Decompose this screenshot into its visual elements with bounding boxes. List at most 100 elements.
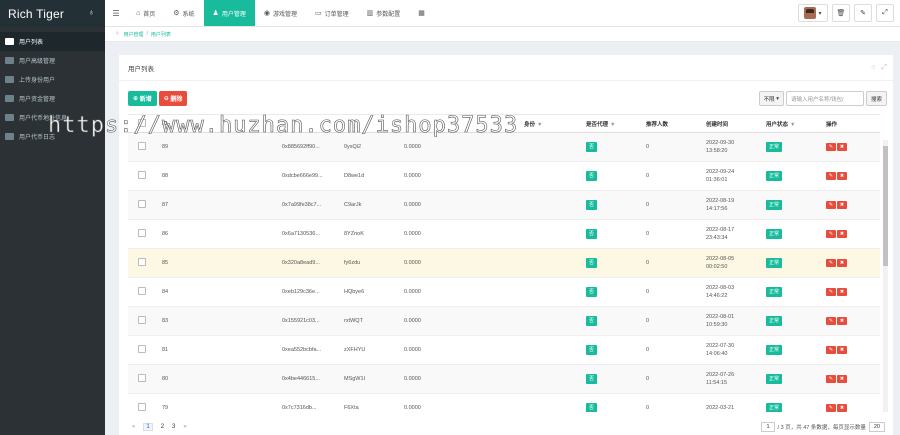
filter-icon[interactable]: ▼ <box>537 122 542 128</box>
delete-icon[interactable]: ✖ <box>837 346 847 354</box>
expand-icon[interactable]: ⤢ <box>881 64 887 72</box>
search-button[interactable]: 搜索 <box>865 91 887 106</box>
refresh-icon[interactable]: ○ <box>871 64 875 72</box>
table-row[interactable]: 88 0xdcbe666e99... D8we1d 0.0000 否 0 2022-09-2… <box>128 161 880 191</box>
page-jump-input[interactable]: 1 <box>761 422 775 432</box>
delete-icon[interactable]: ✖ <box>837 172 847 180</box>
edit-icon[interactable]: ✎ <box>854 4 872 22</box>
page-prev[interactable]: « <box>132 424 135 430</box>
delete-icon[interactable]: ✖ <box>837 201 847 209</box>
created-date: 2022-03-21 <box>706 405 735 412</box>
edit-icon[interactable]: ✎ <box>826 317 836 325</box>
table-row[interactable]: 79 0x7c7316db... F6Xta 0.0000 否 0 2022-03-21 正常… <box>128 393 880 412</box>
row-select-cell[interactable] <box>128 277 158 307</box>
page-link[interactable]: 2 <box>161 424 164 430</box>
delete-icon[interactable]: ✖ <box>837 375 847 383</box>
column-header[interactable]: 用户状态 ▼ <box>762 114 822 133</box>
row-checkbox[interactable] <box>138 170 146 179</box>
column-header[interactable]: 身份 ▼ <box>520 114 582 133</box>
per-page-select[interactable]: 20 <box>868 422 885 432</box>
tab-more[interactable]: ▦ <box>409 0 437 26</box>
sidebar-item-user-funds[interactable]: 用户资金管理 <box>0 89 105 108</box>
row-select-cell[interactable] <box>128 393 158 412</box>
breadcrumb-item[interactable]: 用户管理 <box>124 31 144 38</box>
row-checkbox[interactable] <box>138 344 146 353</box>
edit-icon[interactable]: ✎ <box>826 259 836 267</box>
page-link[interactable]: 1 <box>143 423 153 431</box>
row-checkbox[interactable] <box>138 373 146 382</box>
column-header[interactable]: 推荐人数 <box>642 114 702 133</box>
user-menu[interactable]: ▾ <box>798 4 828 22</box>
row-checkbox[interactable] <box>138 286 146 295</box>
row-checkbox[interactable] <box>138 402 146 411</box>
breadcrumb-item[interactable]: 用户列表 <box>151 31 171 38</box>
row-checkbox[interactable] <box>138 141 146 150</box>
scrollbar-thumb[interactable] <box>883 146 888 266</box>
tab-parameter-config[interactable]: ▥ 参数配置 <box>358 0 410 26</box>
filter-icon[interactable]: ▼ <box>790 122 795 128</box>
row-select-cell[interactable] <box>128 335 158 365</box>
table-row[interactable]: 85 0x320a8ead9... fy6zdu 0.0000 否 0 2022-08-05… <box>128 248 880 278</box>
table-row[interactable]: 81 0xea552bcbfa... zXFHYU 0.0000 否 0 2022-07-3… <box>128 335 880 365</box>
edit-icon[interactable]: ✎ <box>826 375 836 383</box>
status-cell: 正常 <box>762 132 822 162</box>
table-row[interactable]: 86 0x6a7130536... 8YZnoK 0.0000 否 0 2022-08-17… <box>128 219 880 249</box>
fullscreen-icon[interactable]: ⤢ <box>876 4 894 22</box>
tab-order-management[interactable]: ▭ 订单管理 <box>306 0 358 26</box>
delete-icon[interactable]: ✖ <box>837 288 847 296</box>
tab-user-management[interactable]: ♟ 用户管理 <box>203 0 255 26</box>
page-link[interactable]: 3 <box>172 424 175 430</box>
row-select-cell[interactable] <box>128 161 158 191</box>
tab-game-management[interactable]: ◉ 游戏管理 <box>255 0 306 26</box>
tab-home[interactable]: ⌂ 首页 <box>127 0 164 26</box>
delete-icon[interactable]: ✖ <box>837 404 847 412</box>
delete-icon[interactable]: ✖ <box>837 230 847 238</box>
filter-select-value: 不限 <box>763 96 775 103</box>
edit-icon[interactable]: ✎ <box>826 201 836 209</box>
page-next[interactable]: » <box>183 424 186 430</box>
row-checkbox[interactable] <box>138 257 146 266</box>
table-row[interactable]: 80 0x4be446615... MSgW1I 0.0000 否 0 2022-07-26… <box>128 364 880 394</box>
filter-select[interactable]: 不限 ▾ <box>758 91 784 106</box>
edit-icon[interactable]: ✎ <box>826 404 836 412</box>
column-header[interactable]: 是否代理 ▼ <box>582 114 642 133</box>
tab-system[interactable]: ⚙ 系统 <box>164 0 203 26</box>
edit-icon[interactable]: ✎ <box>826 230 836 238</box>
row-select-cell[interactable] <box>128 219 158 249</box>
table-row[interactable]: 84 0xeb129c36e... HQbye6 0.0000 否 0 2022-08-03… <box>128 277 880 307</box>
status-badge: 正常 <box>766 345 783 355</box>
delete-icon[interactable]: ✖ <box>837 317 847 325</box>
row-checkbox[interactable] <box>138 315 146 324</box>
brand[interactable]: Rich Tiger ♁ <box>0 0 105 27</box>
edit-icon[interactable]: ✎ <box>826 143 836 151</box>
add-button[interactable]: ⊕ 新增 <box>128 91 157 106</box>
row-select-cell[interactable] <box>128 190 158 220</box>
column-header[interactable]: 创建时间 <box>702 114 762 133</box>
row-select-cell[interactable] <box>128 364 158 394</box>
sidebar-item-user-advanced[interactable]: 用户高级管理 <box>0 51 105 70</box>
edit-icon[interactable]: ✎ <box>826 172 836 180</box>
menu-toggle-icon[interactable]: ☰ <box>105 0 127 26</box>
agent-cell: 否 <box>582 335 642 365</box>
trash-icon[interactable]: 🗑 <box>832 4 850 22</box>
row-checkbox[interactable] <box>138 199 146 208</box>
search-input[interactable]: 请输入用户名称/钱包/ <box>785 91 864 106</box>
table-row[interactable]: 83 0x155921c03... rxtWQT 0.0000 否 0 2022-08-01… <box>128 306 880 336</box>
actions-cell: ✎ ✖ <box>822 132 880 162</box>
row-checkbox[interactable] <box>138 228 146 237</box>
edit-icon[interactable]: ✎ <box>826 346 836 354</box>
table-scrollbar[interactable] <box>883 140 888 412</box>
delete-button[interactable]: ⊖ 删除 <box>158 91 188 106</box>
sidebar-item-user-list[interactable]: 用户列表 <box>0 32 105 51</box>
referrals-cell: 0 <box>642 277 702 307</box>
bell-icon[interactable]: ♁ <box>88 7 95 17</box>
table-row[interactable]: 87 0x7a99fe38c7... C9arJk 0.0000 否 0 2022-08-1… <box>128 190 880 220</box>
row-select-cell[interactable] <box>128 248 158 278</box>
delete-icon[interactable]: ✖ <box>837 259 847 267</box>
sidebar-item-upload-identity[interactable]: 上传身份用户 <box>0 70 105 89</box>
identity-cell <box>520 277 582 307</box>
row-select-cell[interactable] <box>128 306 158 336</box>
edit-icon[interactable]: ✎ <box>826 288 836 296</box>
filter-icon[interactable]: ▼ <box>610 122 615 128</box>
delete-icon[interactable]: ✖ <box>837 143 847 151</box>
